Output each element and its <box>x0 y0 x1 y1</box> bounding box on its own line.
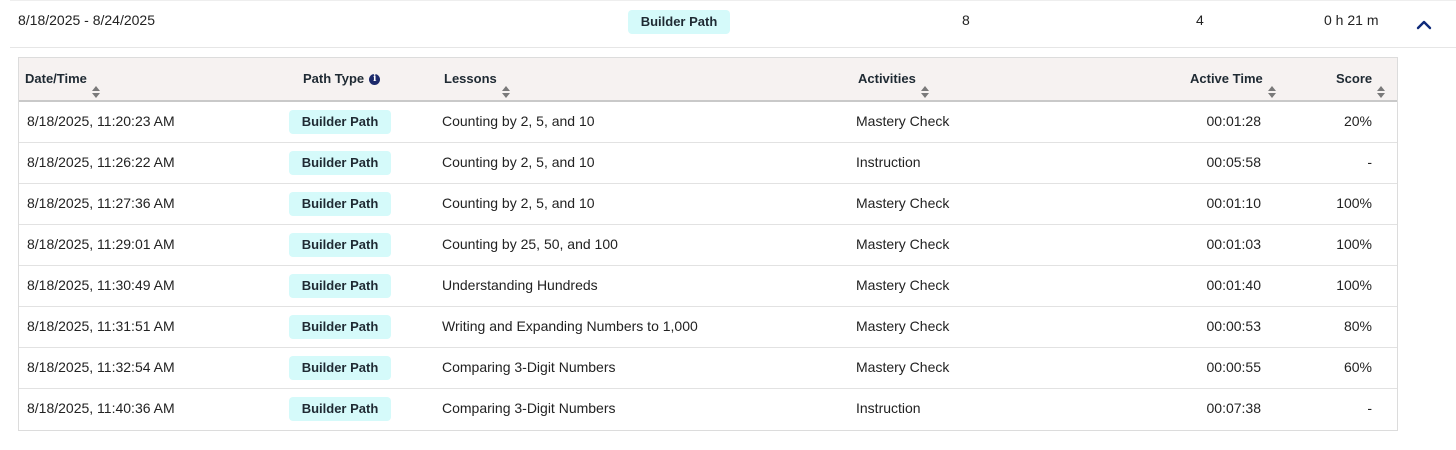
cell-lesson: Counting by 2, 5, and 10 <box>442 195 595 211</box>
cell-score: - <box>1367 400 1372 416</box>
cell-active-time: 00:01:40 <box>1206 277 1262 293</box>
summary-path-type-badge: Builder Path <box>628 10 730 34</box>
cell-date: 8/18/2025, 11:27:36 AM <box>27 195 175 211</box>
cell-lesson: Counting by 25, 50, and 100 <box>442 236 618 252</box>
cell-score: 100% <box>1336 277 1372 293</box>
table-row: 8/18/2025, 11:20:23 AM Builder Path Coun… <box>19 102 1397 143</box>
cell-active-time: 00:01:10 <box>1206 195 1262 211</box>
chevron-up-icon[interactable] <box>1412 13 1436 37</box>
sort-icon[interactable] <box>91 73 100 98</box>
cell-date: 8/18/2025, 11:31:51 AM <box>27 318 175 334</box>
cell-activity: Mastery Check <box>856 113 950 129</box>
column-header-lessons[interactable]: Lessons <box>444 58 510 100</box>
cell-date: 8/18/2025, 11:40:36 AM <box>27 400 175 416</box>
activity-detail-table: Date/Time Path Type i Lessons Activities… <box>18 57 1398 431</box>
column-header-date[interactable]: Date/Time <box>25 58 100 100</box>
cell-lesson: Understanding Hundreds <box>442 277 598 293</box>
summary-date-range: 8/18/2025 - 8/24/2025 <box>18 12 156 28</box>
cell-activity: Instruction <box>856 154 921 170</box>
sort-icon[interactable] <box>1377 73 1386 98</box>
info-icon[interactable]: i <box>369 73 381 85</box>
path-type-badge: Builder Path <box>289 151 391 175</box>
column-header-active-time-label: Active Time <box>1190 71 1263 86</box>
cell-active-time: 00:01:03 <box>1206 236 1262 252</box>
column-header-score-label: Score <box>1336 71 1373 86</box>
table-row: 8/18/2025, 11:30:49 AM Builder Path Unde… <box>19 266 1397 307</box>
cell-score: - <box>1367 154 1372 170</box>
cell-date: 8/18/2025, 11:32:54 AM <box>27 359 175 375</box>
cell-activity: Mastery Check <box>856 195 950 211</box>
cell-active-time: 00:00:55 <box>1206 359 1262 375</box>
table-header-row: Date/Time Path Type i Lessons Activities… <box>19 58 1397 102</box>
cell-date: 8/18/2025, 11:20:23 AM <box>27 113 175 129</box>
summary-active-time: 0 h 21 m <box>1324 12 1379 28</box>
summary-lessons-count: 8 <box>962 12 970 28</box>
sort-icon[interactable] <box>920 73 929 98</box>
cell-active-time: 00:00:53 <box>1206 318 1262 334</box>
table-row: 8/18/2025, 11:27:36 AM Builder Path Coun… <box>19 184 1397 225</box>
cell-score: 80% <box>1343 318 1372 334</box>
summary-activities-count: 4 <box>1196 12 1204 28</box>
cell-date: 8/18/2025, 11:29:01 AM <box>27 236 175 252</box>
cell-active-time: 00:07:38 <box>1206 400 1262 416</box>
cell-score: 20% <box>1343 113 1372 129</box>
path-type-badge: Builder Path <box>289 356 391 380</box>
cell-lesson: Counting by 2, 5, and 10 <box>442 113 595 129</box>
sort-icon[interactable] <box>1267 73 1276 98</box>
table-row: 8/18/2025, 11:26:22 AM Builder Path Coun… <box>19 143 1397 184</box>
path-type-badge: Builder Path <box>289 315 391 339</box>
cell-activity: Instruction <box>856 400 921 416</box>
column-header-score[interactable]: Score <box>1336 58 1386 100</box>
week-summary-row[interactable]: 8/18/2025 - 8/24/2025 Builder Path 8 4 0… <box>10 0 1456 48</box>
cell-lesson: Counting by 2, 5, and 10 <box>442 154 595 170</box>
cell-activity: Mastery Check <box>856 359 950 375</box>
path-type-badge: Builder Path <box>289 110 391 134</box>
sort-icon[interactable] <box>501 73 510 98</box>
table-row: 8/18/2025, 11:40:36 AM Builder Path Comp… <box>19 389 1397 430</box>
table-row: 8/18/2025, 11:31:51 AM Builder Path Writ… <box>19 307 1397 348</box>
cell-activity: Mastery Check <box>856 236 950 252</box>
cell-active-time: 00:01:28 <box>1206 113 1262 129</box>
cell-score: 60% <box>1343 359 1372 375</box>
column-header-lessons-label: Lessons <box>444 71 497 86</box>
cell-lesson: Writing and Expanding Numbers to 1,000 <box>442 318 698 334</box>
cell-score: 100% <box>1336 236 1372 252</box>
cell-score: 100% <box>1336 195 1372 211</box>
cell-activity: Mastery Check <box>856 277 950 293</box>
cell-activity: Mastery Check <box>856 318 950 334</box>
column-header-date-label: Date/Time <box>25 71 87 86</box>
table-row: 8/18/2025, 11:32:54 AM Builder Path Comp… <box>19 348 1397 389</box>
cell-date: 8/18/2025, 11:30:49 AM <box>27 277 175 293</box>
column-header-active-time[interactable]: Active Time <box>1190 58 1276 100</box>
column-header-activities-label: Activities <box>858 71 916 86</box>
column-header-path-type-label: Path Type <box>303 71 365 86</box>
cell-lesson: Comparing 3-Digit Numbers <box>442 400 616 416</box>
table-row: 8/18/2025, 11:29:01 AM Builder Path Coun… <box>19 225 1397 266</box>
path-type-badge: Builder Path <box>289 274 391 298</box>
column-header-activities[interactable]: Activities <box>858 58 929 100</box>
path-type-badge: Builder Path <box>289 397 391 421</box>
path-type-badge: Builder Path <box>289 192 391 216</box>
cell-date: 8/18/2025, 11:26:22 AM <box>27 154 175 170</box>
path-type-badge: Builder Path <box>289 233 391 257</box>
cell-lesson: Comparing 3-Digit Numbers <box>442 359 616 375</box>
cell-active-time: 00:05:58 <box>1206 154 1262 170</box>
column-header-path-type: Path Type i <box>303 58 381 100</box>
